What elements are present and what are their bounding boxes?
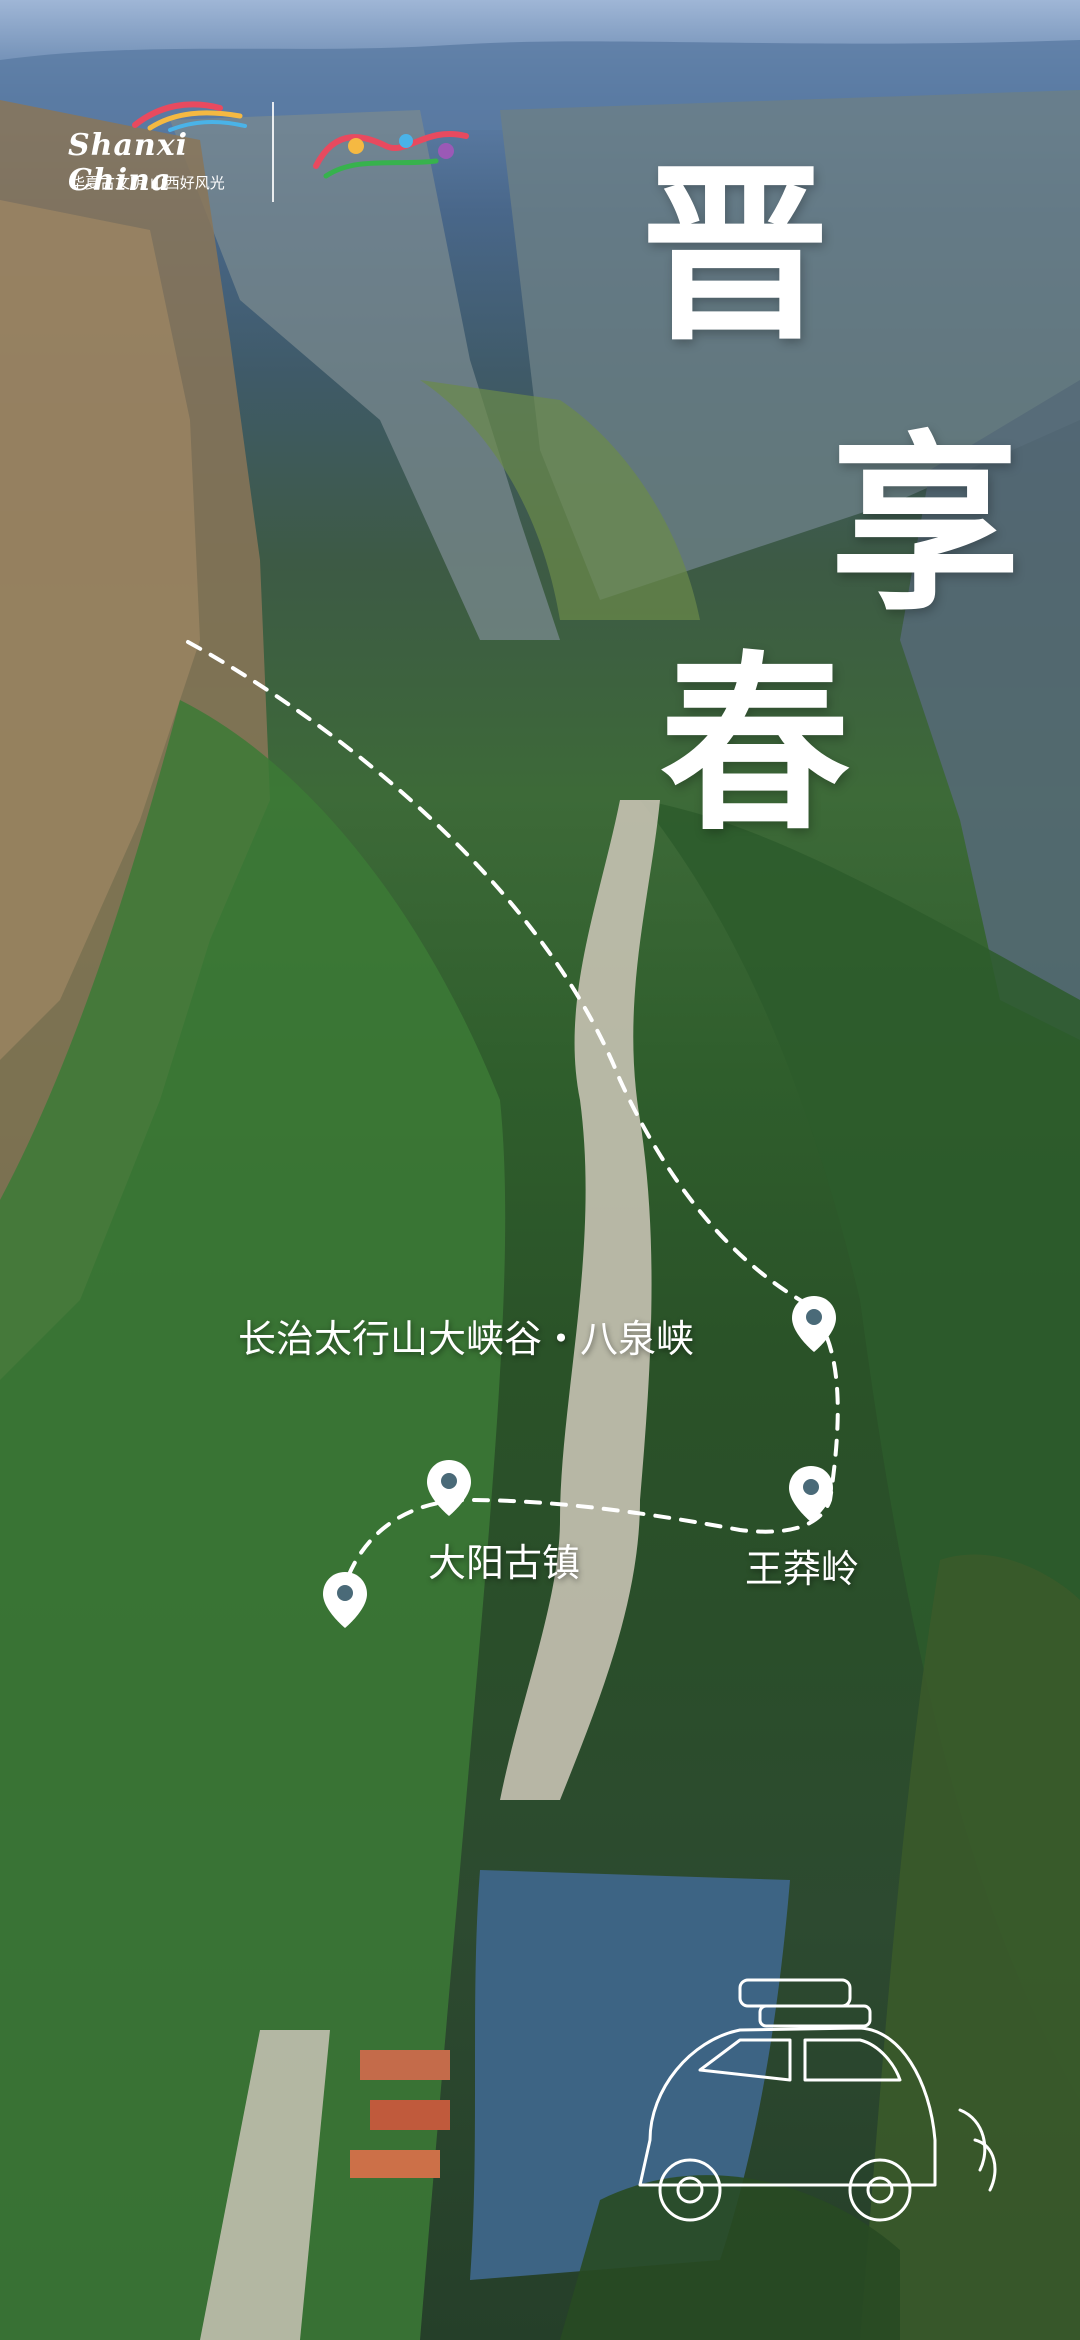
map-pin-icon: [789, 1466, 833, 1522]
logo-group: Shanxi China 华夏古文明 山西好风光: [60, 96, 490, 206]
shanxi-china-logo: Shanxi China 华夏古文明 山西好风光: [60, 96, 250, 206]
title-char-3: 春: [660, 633, 851, 856]
map-pin-icon: [323, 1572, 367, 1628]
logo-divider: [272, 102, 274, 202]
logo-tagline: 华夏古文明 山西好风光: [70, 174, 225, 192]
canyon-scene: [0, 40, 1080, 2340]
route-stop-label: 王莽岭: [745, 1547, 860, 1591]
title-char-1: 晋: [640, 143, 831, 366]
map-pin-icon: [792, 1296, 836, 1352]
map-pin-icon: [427, 1460, 471, 1516]
route-stop-label: 大阳古镇: [428, 1541, 581, 1585]
title-char-2: 享: [830, 413, 1021, 636]
campaign-logo-icon: [313, 131, 469, 179]
route-stop-label: 长治太行山大峡谷・八泉峡: [238, 1317, 695, 1361]
poster: Shanxi China 华夏古文明 山西好风光 晋 享 春 长治太行山大峡谷・…: [0, 0, 1080, 2340]
